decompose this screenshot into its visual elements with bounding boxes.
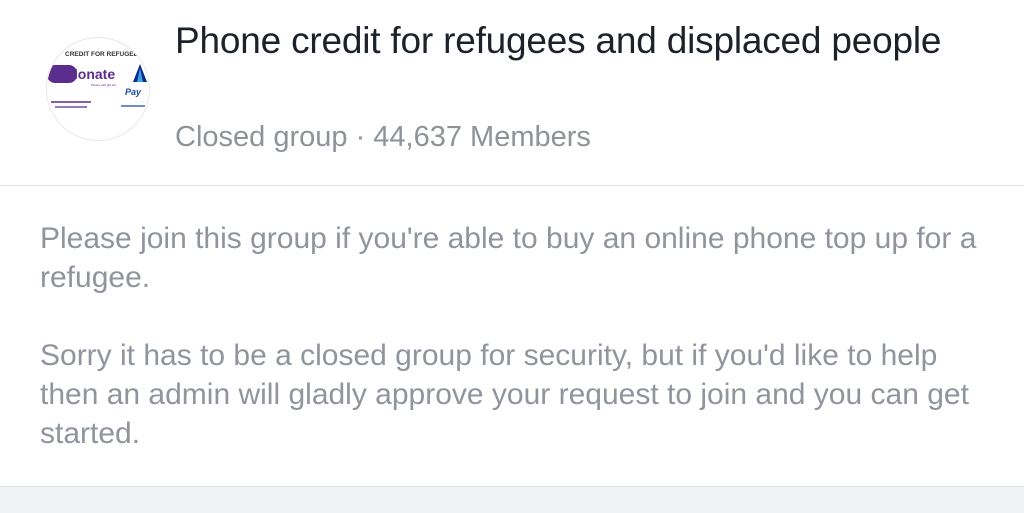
svg-text:Please add gift aid: Please add gift aid	[91, 83, 116, 87]
logo-pay-text: Pay	[125, 87, 142, 97]
group-privacy: Closed group	[175, 121, 348, 153]
description-paragraph: Please join this group if you're able to…	[40, 222, 977, 294]
group-member-count[interactable]: 44,637 Members	[373, 121, 591, 153]
description-paragraph: Sorry it has to be a closed group for se…	[40, 339, 969, 450]
group-title[interactable]: Phone credit for refugees and displaced …	[175, 20, 995, 62]
logo-brand-text: mydonate	[49, 66, 115, 82]
group-avatar[interactable]: CREDIT FOR REFUGEE mydonate Please add g…	[46, 37, 150, 141]
meta-separator: ·	[355, 121, 366, 153]
group-description: Please join this group if you're able to…	[40, 219, 990, 492]
group-header: CREDIT FOR REFUGEE mydonate Please add g…	[0, 0, 1024, 186]
group-meta: Closed group · 44,637 Members	[175, 119, 591, 155]
group-page: CREDIT FOR REFUGEE mydonate Please add g…	[0, 0, 1024, 513]
group-logo-icon: CREDIT FOR REFUGEE mydonate Please add g…	[47, 38, 149, 140]
logo-top-text: CREDIT FOR REFUGEE	[65, 51, 139, 58]
section-divider-bar	[0, 486, 1024, 513]
